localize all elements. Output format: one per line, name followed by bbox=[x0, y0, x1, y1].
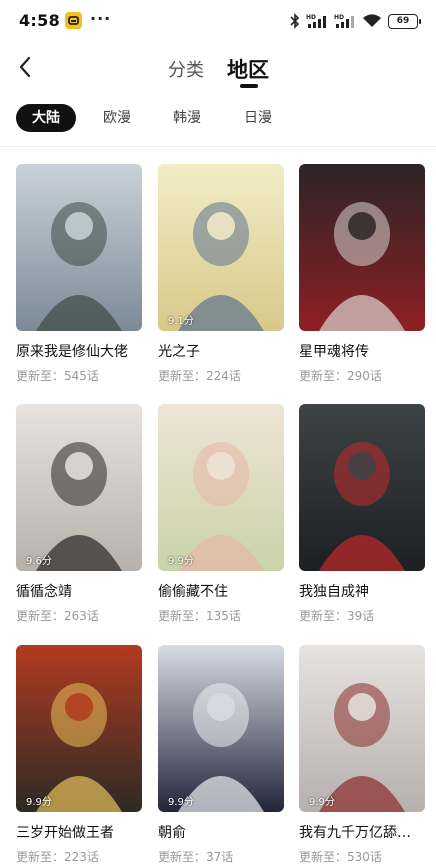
comic-cover-image[interactable] bbox=[299, 164, 425, 331]
comic-cover-image[interactable]: 9.6分 bbox=[16, 404, 142, 571]
comic-card[interactable]: 9.1分光之子更新至：224话 bbox=[158, 164, 284, 384]
comic-card[interactable]: 9.9分朝俞更新至：37话 bbox=[158, 645, 284, 865]
comic-update-status: 更新至：223话 bbox=[16, 850, 99, 864]
comic-title[interactable]: 三岁开始做王者 bbox=[16, 822, 142, 842]
app-notification-icon bbox=[65, 12, 82, 29]
comic-score: 9.9分 bbox=[168, 797, 194, 808]
comic-score: 9.9分 bbox=[26, 797, 52, 808]
comic-card[interactable]: 9.9分三岁开始做王者更新至：223话 bbox=[16, 645, 142, 865]
comic-cover-image[interactable] bbox=[16, 164, 142, 331]
comic-score: 9.9分 bbox=[168, 556, 194, 567]
status-bar: 4:58 ··· HD HD 69 bbox=[0, 0, 436, 44]
comic-title[interactable]: 光之子 bbox=[158, 341, 284, 361]
comic-update-status: 更新至：135话 bbox=[158, 609, 241, 623]
comic-update-status: 更新至：39话 bbox=[299, 609, 375, 623]
status-more-indicator: ··· bbox=[90, 9, 112, 28]
chevron-left-icon bbox=[18, 56, 32, 82]
comic-cover-image[interactable]: 9.9分 bbox=[299, 645, 425, 812]
battery-icon: 69 bbox=[388, 13, 421, 29]
tab-category[interactable]: 分类 bbox=[168, 56, 204, 82]
comic-score: 9.1分 bbox=[168, 316, 194, 327]
comic-title[interactable]: 循循念靖 bbox=[16, 581, 142, 601]
comic-update-status: 更新至：224话 bbox=[158, 369, 241, 383]
nav-bar: 分类 地区 bbox=[0, 44, 436, 96]
filter-chip-korean[interactable]: 韩漫 bbox=[172, 104, 202, 132]
comic-card[interactable]: 9.6分循循念靖更新至：263话 bbox=[16, 404, 142, 624]
section-divider bbox=[0, 146, 436, 147]
bluetooth-icon bbox=[290, 13, 300, 29]
comic-title[interactable]: 星甲魂将传 bbox=[299, 341, 425, 361]
comic-title[interactable]: 偷偷藏不住 bbox=[158, 581, 284, 601]
tab-region[interactable]: 地区 bbox=[227, 54, 269, 84]
comic-card[interactable]: 9.9分我有九千万亿舔… 更新至：530话 bbox=[299, 645, 425, 865]
signal-hd-2-icon: HD bbox=[334, 13, 356, 29]
comic-cover-image[interactable]: 9.9分 bbox=[158, 404, 284, 571]
comic-score: 9.9分 bbox=[309, 797, 335, 808]
comic-card[interactable]: 星甲魂将传更新至：290话 bbox=[299, 164, 425, 384]
comic-update-status: 更新至：290话 bbox=[299, 369, 382, 383]
comic-title[interactable]: 原来我是修仙大佬 bbox=[16, 341, 142, 361]
comic-score: 9.6分 bbox=[26, 556, 52, 567]
comic-cover-image[interactable] bbox=[299, 404, 425, 571]
svg-text:HD: HD bbox=[306, 14, 316, 21]
back-button[interactable] bbox=[8, 52, 42, 86]
status-time: 4:58 bbox=[19, 11, 60, 30]
filter-chip-japanese[interactable]: 日漫 bbox=[243, 104, 273, 132]
comic-update-status: 更新至：530话 bbox=[299, 850, 382, 864]
signal-hd-1-icon: HD bbox=[306, 13, 328, 29]
comic-card[interactable]: 9.9分偷偷藏不住更新至：135话 bbox=[158, 404, 284, 624]
comic-update-status: 更新至：37话 bbox=[158, 850, 234, 864]
comic-title[interactable]: 我有九千万亿舔… bbox=[299, 822, 425, 842]
comic-title[interactable]: 朝俞 bbox=[158, 822, 284, 842]
filter-chip-mainland[interactable]: 大陆 bbox=[16, 104, 76, 132]
active-tab-indicator bbox=[240, 84, 258, 88]
svg-text:HD: HD bbox=[334, 14, 344, 21]
comic-update-status: 更新至：545话 bbox=[16, 369, 99, 383]
comic-title[interactable]: 我独自成神 bbox=[299, 581, 425, 601]
status-icons: HD HD 69 bbox=[290, 11, 421, 31]
comic-update-status: 更新至：263话 bbox=[16, 609, 99, 623]
wifi-icon bbox=[362, 13, 382, 29]
comic-card[interactable]: 原来我是修仙大佬更新至：545话 bbox=[16, 164, 142, 384]
comic-cover-image[interactable]: 9.1分 bbox=[158, 164, 284, 331]
filter-chip-western[interactable]: 欧漫 bbox=[102, 104, 132, 132]
comic-card[interactable]: 我独自成神更新至：39话 bbox=[299, 404, 425, 624]
comic-cover-image[interactable]: 9.9分 bbox=[16, 645, 142, 812]
comic-cover-image[interactable]: 9.9分 bbox=[158, 645, 284, 812]
region-filter-bar: 大陆 欧漫 韩漫 日漫 bbox=[0, 100, 436, 136]
